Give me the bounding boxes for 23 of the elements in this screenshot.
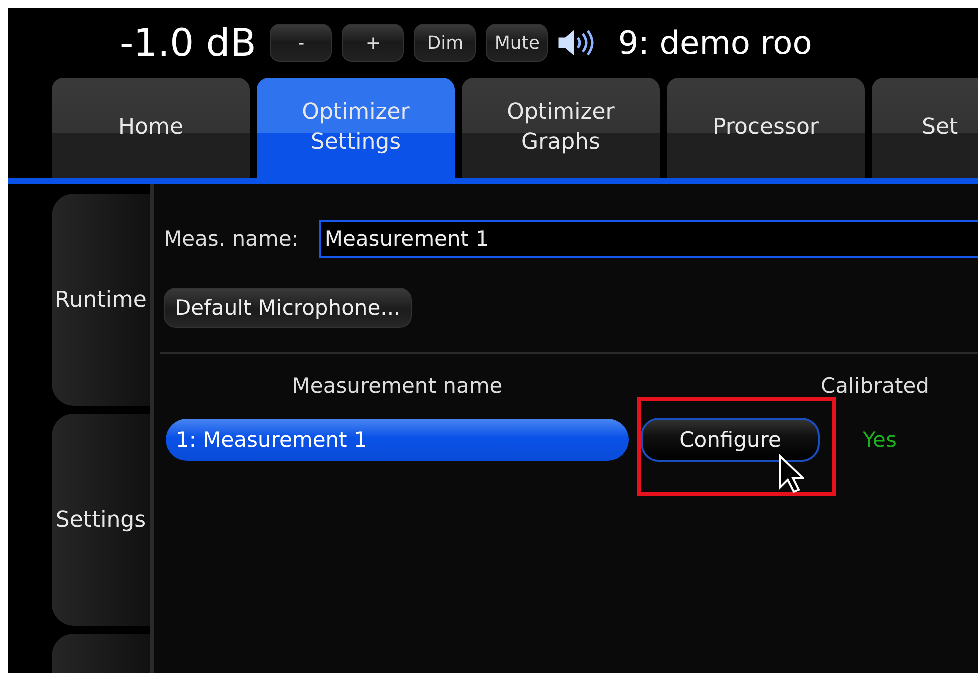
input-field[interactable]: Measurement 1 [318,220,978,258]
column-header: Calibrated [820,374,931,398]
level-readout: -1.0 dB [120,21,256,65]
nav-tab[interactable]: Processor [667,78,865,178]
calibrated-value: Yes [863,428,897,452]
nav-tab[interactable]: Optimizer Settings [257,78,455,178]
column-header: Measurement name [291,374,504,398]
side-tab[interactable]: Settings [52,414,150,626]
volume-button[interactable]: Dim [414,24,476,62]
side-tab[interactable]: Runtime [52,194,150,406]
field-label: Meas. name: [164,227,299,251]
nav-tab[interactable]: Optimizer Graphs [462,78,660,178]
configure-button[interactable]: Configure [641,418,820,462]
nav-tab[interactable]: Set [872,78,978,178]
volume-button[interactable]: - [270,24,332,62]
room-title: 9: demo roo [618,24,812,62]
volume-button[interactable]: + [342,24,404,62]
measurement-item[interactable]: 1: Measurement 1 [166,419,629,461]
cursor-icon [778,454,804,494]
microphone-button[interactable]: Default Microphone... [164,288,412,328]
speaker-icon [558,30,594,56]
volume-button[interactable]: Mute [486,24,548,62]
nav-tab[interactable]: Home [52,78,250,178]
